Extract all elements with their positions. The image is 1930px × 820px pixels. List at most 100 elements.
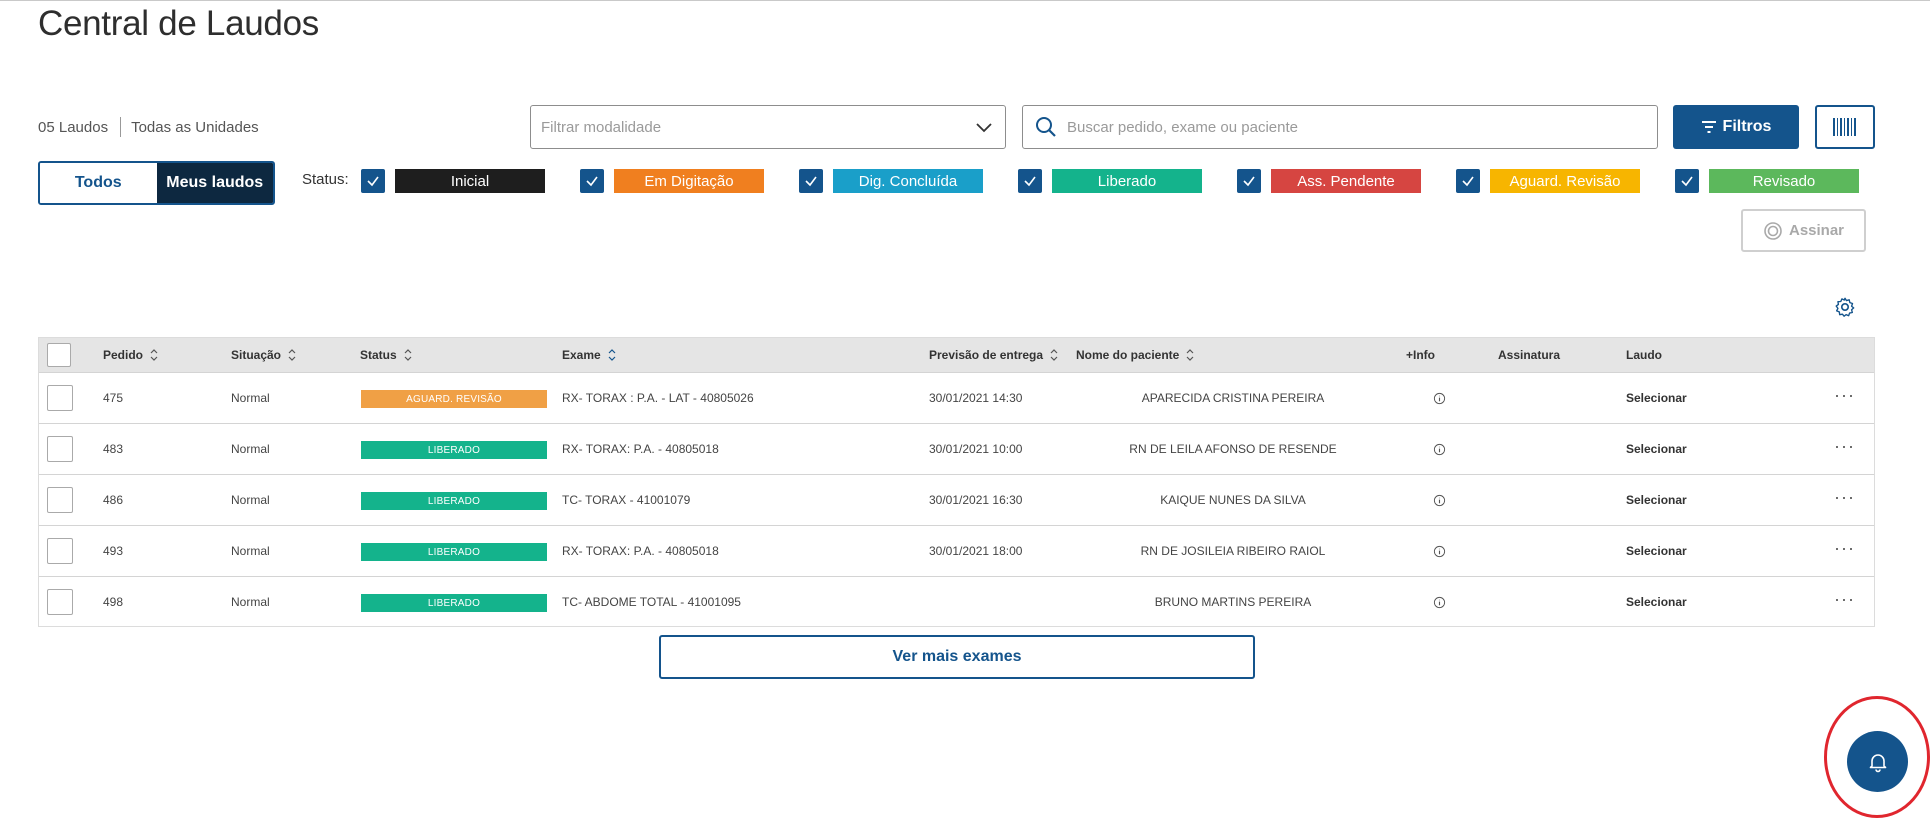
cell-pedido: 475 — [103, 391, 124, 405]
cell-paciente: RN DE LEILA AFONSO DE RESENDE — [1129, 442, 1337, 456]
cell-situacao: Normal — [231, 493, 270, 507]
column-status[interactable]: Status — [360, 338, 413, 372]
column-label: Nome do paciente — [1076, 348, 1180, 362]
cell-situacao: Normal — [231, 391, 270, 405]
select-link[interactable]: Selecionar — [1626, 475, 1687, 525]
check-icon — [805, 176, 817, 187]
status-chip-inicial: Inicial — [395, 169, 545, 193]
info-icon-cell[interactable] — [1433, 424, 1446, 474]
column-label: +Info — [1406, 348, 1435, 362]
toggle-all[interactable]: Todos — [40, 163, 157, 203]
status-filter-liberado[interactable]: Liberado — [1018, 169, 1202, 193]
info-icon-cell[interactable] — [1433, 526, 1446, 576]
row-checkbox[interactable] — [47, 589, 73, 615]
load-more-button[interactable]: Ver mais exames — [659, 635, 1255, 679]
sign-button-label: Assinar — [1788, 222, 1845, 239]
notifications-button[interactable] — [1847, 731, 1908, 792]
select-all-checkbox[interactable] — [47, 343, 71, 367]
more-options-icon[interactable]: ··· — [1834, 436, 1855, 457]
row-checkbox[interactable] — [47, 385, 73, 411]
status-chip-dig-concluida: Dig. Concluída — [833, 169, 983, 193]
gear-icon[interactable] — [1834, 296, 1856, 318]
cell-exame: RX- TORAX: P.A. - 40805018 — [562, 544, 719, 558]
table-row[interactable]: 493 Normal LIBERADO RX- TORAX: P.A. - 40… — [39, 525, 1874, 576]
cell-previsao: 30/01/2021 10:00 — [929, 442, 1023, 456]
cell-pedido: 486 — [103, 493, 124, 507]
table-row[interactable]: 483 Normal LIBERADO RX- TORAX: P.A. - 40… — [39, 423, 1874, 474]
sort-icon — [1186, 349, 1194, 361]
status-filter-revisado[interactable]: Revisado — [1675, 169, 1859, 193]
checkbox[interactable] — [799, 169, 823, 193]
column-exame[interactable]: Exame — [562, 338, 617, 372]
cell-exame: RX- TORAX: P.A. - 40805018 — [562, 442, 719, 456]
select-link[interactable]: Selecionar — [1626, 424, 1687, 474]
select-link[interactable]: Selecionar — [1626, 577, 1687, 627]
checkbox[interactable] — [1456, 169, 1480, 193]
checkbox[interactable] — [1237, 169, 1261, 193]
more-options-icon[interactable]: ··· — [1834, 487, 1855, 508]
filters-button[interactable]: Filtros — [1673, 105, 1799, 149]
sign-button[interactable]: Assinar — [1741, 209, 1866, 252]
select-link[interactable]: Selecionar — [1626, 526, 1687, 576]
status-filter-dig-concluida[interactable]: Dig. Concluída — [799, 169, 983, 193]
info-icon-cell[interactable] — [1433, 475, 1446, 525]
column-previsao[interactable]: Previsão de entrega — [929, 338, 1059, 372]
cell-paciente: KAIQUE NUNES DA SILVA — [1160, 493, 1306, 507]
check-icon — [1024, 176, 1036, 187]
barcode-button[interactable] — [1815, 105, 1875, 149]
more-options-icon[interactable]: ··· — [1834, 385, 1855, 406]
status-chip-ass-pendente: Ass. Pendente — [1271, 169, 1421, 193]
modality-select[interactable]: Filtrar modalidade — [530, 105, 1006, 149]
column-laudo: Laudo — [1626, 338, 1662, 372]
sort-icon — [404, 349, 412, 361]
status-filter-ass-pendente[interactable]: Ass. Pendente — [1237, 169, 1421, 193]
table-row[interactable]: 486 Normal LIBERADO TC- TORAX - 41001079… — [39, 474, 1874, 525]
status-badge: LIBERADO — [361, 594, 547, 612]
search-input[interactable]: Buscar pedido, exame ou paciente — [1022, 105, 1658, 149]
row-checkbox[interactable] — [47, 538, 73, 564]
checkbox[interactable] — [1675, 169, 1699, 193]
column-label: Previsão de entrega — [929, 348, 1044, 362]
search-icon — [1036, 117, 1056, 137]
row-checkbox[interactable] — [47, 487, 73, 513]
cell-exame: RX- TORAX : P.A. - LAT - 40805026 — [562, 391, 754, 405]
status-badge: LIBERADO — [361, 543, 547, 561]
status-filter-em-digitacao[interactable]: Em Digitação — [580, 169, 764, 193]
more-options-icon[interactable]: ··· — [1834, 538, 1855, 559]
checkbox[interactable] — [1018, 169, 1042, 193]
checkbox[interactable] — [361, 169, 385, 193]
status-filter-aguard-revisao[interactable]: Aguard. Revisão — [1456, 169, 1640, 193]
cell-paciente: BRUNO MARTINS PEREIRA — [1154, 595, 1312, 609]
cell-exame: TC- TORAX - 41001079 — [562, 493, 691, 507]
cell-previsao: 30/01/2021 14:30 — [929, 391, 1023, 405]
column-situacao[interactable]: Situação — [231, 338, 297, 372]
check-icon — [367, 176, 379, 187]
toggle-mine[interactable]: Meus laudos — [156, 163, 273, 203]
status-chip-em-digitacao: Em Digitação — [614, 169, 764, 193]
status-chip-liberado: Liberado — [1052, 169, 1202, 193]
status-chip-aguard-revisao: Aguard. Revisão — [1490, 169, 1640, 193]
checkbox[interactable] — [580, 169, 604, 193]
info-icon — [1433, 443, 1446, 455]
table-row[interactable]: 498 Normal LIBERADO TC- ABDOME TOTAL - 4… — [39, 576, 1874, 627]
status-badge: AGUARD. REVISÃO — [361, 390, 547, 408]
filters-button-label: Filtros — [1722, 118, 1772, 135]
select-link[interactable]: Selecionar — [1626, 373, 1687, 423]
page-title: Central de Laudos — [38, 4, 319, 43]
status-filter-inicial[interactable]: Inicial — [361, 169, 545, 193]
sort-icon — [288, 349, 296, 361]
info-icon-cell[interactable] — [1433, 373, 1446, 423]
table-row[interactable]: 475 Normal AGUARD. REVISÃO RX- TORAX : P… — [39, 372, 1874, 423]
sort-icon — [608, 349, 616, 361]
info-icon-cell[interactable] — [1433, 577, 1446, 627]
status-chip-revisado: Revisado — [1709, 169, 1859, 193]
column-paciente[interactable]: Nome do paciente — [1076, 338, 1195, 372]
cell-paciente: RN DE JOSILEIA RIBEIRO RAIOL — [1140, 544, 1326, 558]
more-options-icon[interactable]: ··· — [1834, 589, 1855, 610]
column-pedido[interactable]: Pedido — [103, 338, 159, 372]
status-badge: LIBERADO — [361, 492, 547, 510]
check-icon — [586, 176, 598, 187]
row-checkbox[interactable] — [47, 436, 73, 462]
cell-exame: TC- ABDOME TOTAL - 41001095 — [562, 595, 741, 609]
chevron-down-icon — [976, 123, 992, 133]
